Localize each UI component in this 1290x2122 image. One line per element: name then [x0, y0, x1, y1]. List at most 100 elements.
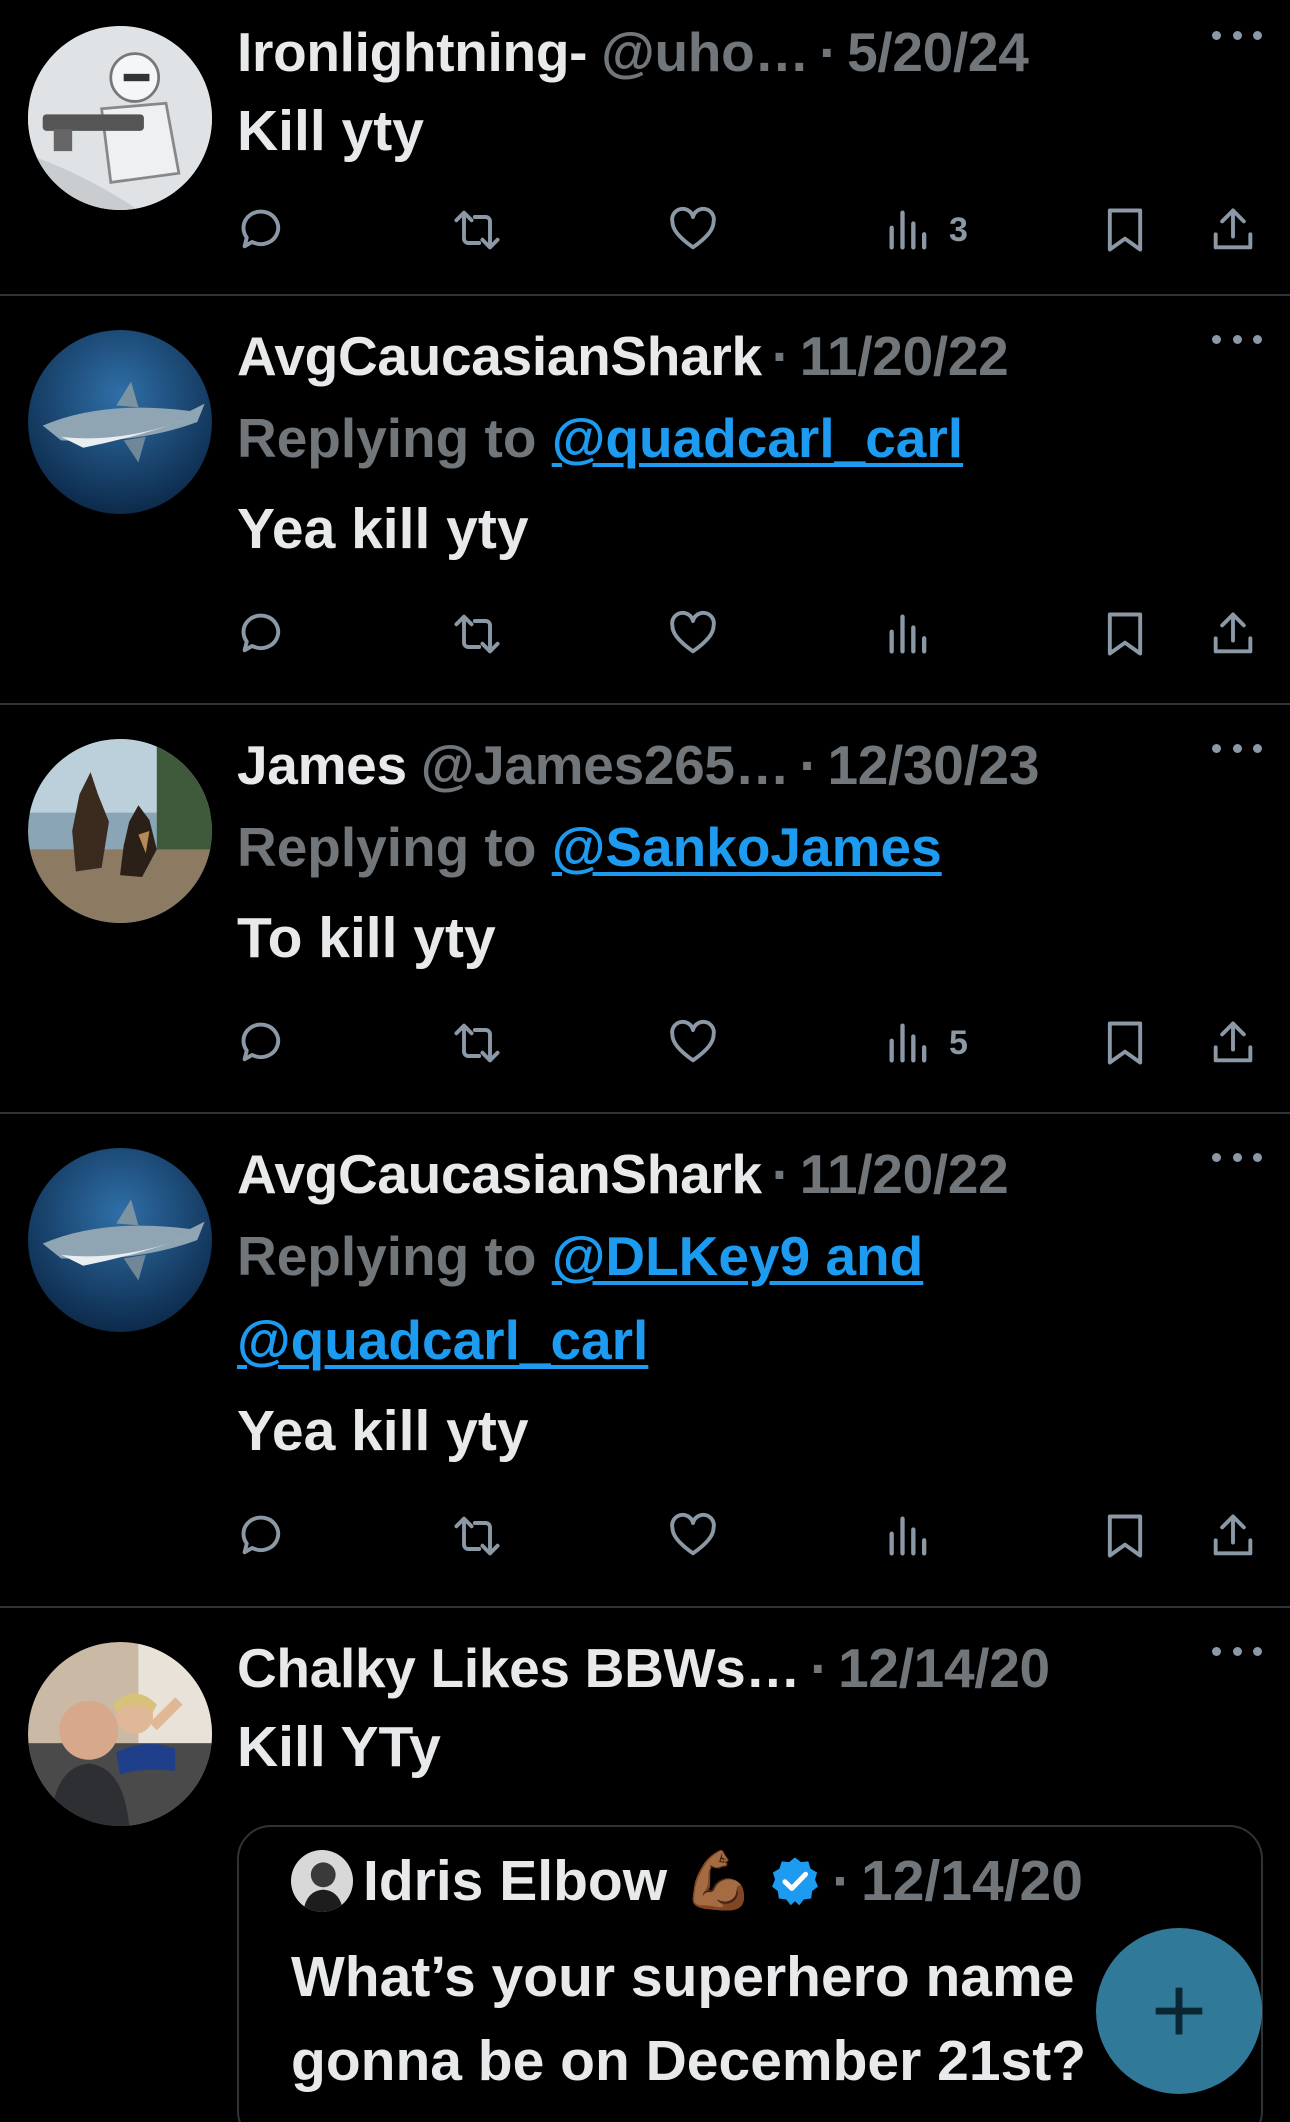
share-button[interactable] [1207, 190, 1259, 270]
views-button[interactable]: 3 [883, 190, 968, 270]
selfie-avatar-icon [28, 1642, 212, 1826]
separator-dot: · [799, 734, 818, 796]
more-options-icon[interactable] [1212, 20, 1262, 50]
bookmark-icon [1107, 612, 1143, 656]
mention-link[interactable]: @quadcarl_carl [237, 1309, 648, 1371]
reply-icon [241, 1515, 281, 1555]
more-options-icon[interactable] [1212, 324, 1262, 354]
reply-button[interactable] [237, 594, 289, 674]
bookmark-button[interactable] [1099, 190, 1151, 270]
compose-post-button[interactable]: + [1096, 1928, 1262, 2094]
display-name[interactable]: Ironlightning- [237, 20, 587, 84]
heart-icon [670, 206, 716, 250]
robot-soldier-avatar-icon [28, 26, 212, 210]
like-button[interactable] [667, 190, 719, 270]
display-name[interactable]: James [237, 733, 407, 797]
replying-to-line: Replying to @SankoJames [237, 805, 1290, 889]
display-name[interactable]: AvgCaucasianShark [237, 324, 762, 388]
post-item[interactable]: James @James265… · 12/30/23 Replying to … [0, 705, 1290, 1114]
repost-icon [454, 1023, 500, 1063]
repost-icon [454, 1516, 500, 1556]
repost-button[interactable] [451, 594, 503, 674]
bookmark-button[interactable] [1099, 1003, 1151, 1083]
post-date[interactable]: 12/14/20 [838, 1636, 1050, 1700]
reply-button[interactable] [237, 1496, 289, 1576]
separator-dot: · [771, 325, 790, 387]
views-chart-icon [889, 614, 927, 654]
user-avatar[interactable] [28, 330, 212, 514]
views-count: 3 [949, 210, 968, 249]
post-date[interactable]: 5/20/24 [847, 20, 1029, 84]
mention-link[interactable]: @DLKey9 and [552, 1225, 924, 1287]
post-text: Yea kill yty [237, 497, 529, 561]
mention-link[interactable]: @quadcarl_carl [552, 407, 963, 469]
quoted-user-avatar[interactable] [291, 1849, 353, 1912]
post-text: Yea kill yty [237, 1399, 529, 1463]
more-options-icon[interactable] [1212, 733, 1262, 763]
user-avatar[interactable] [28, 26, 212, 210]
share-button[interactable] [1207, 594, 1259, 674]
quoted-post-text: What’s your superhero name gonna be on D… [291, 1935, 1086, 2103]
post-date[interactable]: 12/30/23 [827, 733, 1039, 797]
views-count: 5 [949, 1023, 968, 1062]
mention-link[interactable]: @SankoJames [552, 816, 942, 878]
repost-button[interactable] [451, 190, 503, 270]
repost-icon [454, 614, 500, 654]
separator-dot: · [810, 1637, 829, 1699]
post-date[interactable]: 11/20/22 [800, 324, 1009, 388]
display-name[interactable]: Chalky Likes BBWs… [237, 1636, 800, 1700]
reply-icon [241, 613, 281, 653]
repost-button[interactable] [451, 1003, 503, 1083]
separator-dot: · [832, 1848, 852, 1913]
like-button[interactable] [667, 1496, 719, 1576]
more-options-icon[interactable] [1212, 1636, 1262, 1666]
separator-dot: · [819, 21, 838, 83]
share-button[interactable] [1207, 1003, 1259, 1083]
views-button[interactable] [883, 1496, 935, 1576]
replying-to-line: Replying to @DLKey9 and [237, 1214, 1290, 1298]
quoted-display-name[interactable]: Idris Elbow [363, 1848, 667, 1914]
post-date[interactable]: 11/20/22 [800, 1142, 1009, 1206]
replying-to-line-2: @quadcarl_carl [237, 1298, 1290, 1382]
views-button[interactable] [883, 594, 935, 674]
user-avatar[interactable] [28, 739, 212, 923]
repost-icon [454, 210, 500, 250]
user-handle[interactable]: @James265… [421, 733, 790, 797]
post-item[interactable]: Ironlightning- @uho… · 5/20/24 Kill yty … [0, 0, 1290, 296]
reply-icon [241, 209, 281, 249]
share-icon [1213, 612, 1253, 654]
user-avatar[interactable] [28, 1642, 212, 1826]
flexed-biceps-emoji: 💪🏾 [683, 1849, 755, 1913]
separator-dot: · [771, 1143, 790, 1205]
reply-icon [241, 1022, 281, 1062]
like-button[interactable] [667, 594, 719, 674]
user-handle[interactable]: @uho… [601, 20, 809, 84]
share-icon [1213, 1021, 1253, 1063]
like-button[interactable] [667, 1003, 719, 1083]
shark-avatar-icon [28, 330, 212, 514]
views-button[interactable]: 5 [883, 1003, 968, 1083]
dogs-avatar-icon [28, 739, 212, 923]
reply-button[interactable] [237, 190, 289, 270]
display-name[interactable]: AvgCaucasianShark [237, 1142, 762, 1206]
replying-label: Replying to [237, 816, 537, 878]
more-options-icon[interactable] [1212, 1142, 1262, 1172]
post-item[interactable]: AvgCaucasianShark · 11/20/22 Replying to… [0, 296, 1290, 705]
plus-icon: + [1150, 1957, 1208, 2064]
portrait-avatar-icon [291, 1849, 353, 1912]
reply-button[interactable] [237, 1003, 289, 1083]
quoted-text-line-1: What’s your superhero name [291, 1945, 1075, 2009]
replying-to-line: Replying to @quadcarl_carl [237, 396, 1290, 480]
replying-label: Replying to [237, 1225, 537, 1287]
bookmark-button[interactable] [1099, 1496, 1151, 1576]
repost-button[interactable] [451, 1496, 503, 1576]
share-button[interactable] [1207, 1496, 1259, 1576]
bookmark-icon [1107, 1021, 1143, 1065]
bookmark-button[interactable] [1099, 594, 1151, 674]
post-item[interactable]: AvgCaucasianShark · 11/20/22 Replying to… [0, 1114, 1290, 1608]
user-avatar[interactable] [28, 1148, 212, 1332]
bookmark-icon [1107, 1514, 1143, 1558]
replying-label: Replying to [237, 407, 537, 469]
quoted-post-date[interactable]: 12/14/20 [861, 1848, 1083, 1914]
heart-icon [670, 1512, 716, 1556]
